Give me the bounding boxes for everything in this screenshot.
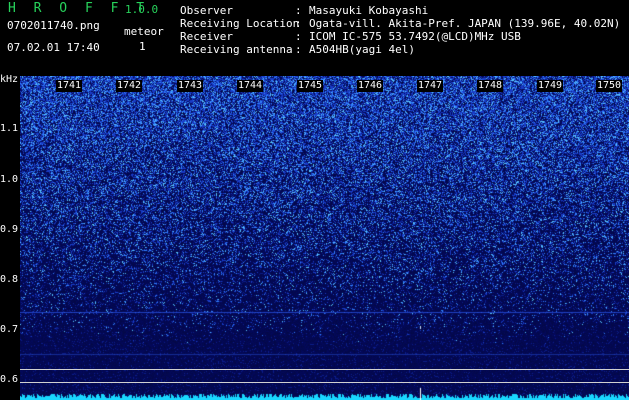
y-tick-label: 1.0 <box>0 174 19 185</box>
time-tick-label: 1745 <box>297 80 324 92</box>
meteor-label: meteor <box>124 25 164 38</box>
y-tick-label: 0.9 <box>0 224 19 235</box>
info-row-receiver: Receiver: ICOM IC-575 53.7492(@LCD)MHz US… <box>180 30 521 43</box>
time-tick-label: 1744 <box>237 80 264 92</box>
y-tick-label: 0.8 <box>0 274 19 285</box>
info-key: Receiving Location <box>180 17 300 30</box>
info-row-antenna: Receiving antenna: A504HB(yagi 4el) <box>180 43 415 56</box>
info-row-location: Receiving Location: Ogata-vill. Akita-Pre… <box>180 17 621 30</box>
info-key: Receiving antenna <box>180 43 293 56</box>
y-axis-unit: kHz <box>0 74 19 85</box>
time-tick-label: 1743 <box>177 80 204 92</box>
filename: 0702011740.png <box>7 19 100 32</box>
info-key: Receiver <box>180 30 233 43</box>
time-tick-label: 1748 <box>477 80 504 92</box>
time-tick-label: 1741 <box>56 80 83 92</box>
y-tick-label: 0.7 <box>0 324 19 335</box>
spectrogram-plot <box>20 76 629 400</box>
y-tick-label: 0.6 <box>0 374 19 385</box>
time-tick-label: 1750 <box>596 80 623 92</box>
info-value: ICOM IC-575 53.7492(@LCD)MHz USB <box>309 30 521 43</box>
header-panel: H R O F F T 1.0.0 0702011740.png meteor … <box>0 0 629 72</box>
info-row-observer: Observer: Masayuki Kobayashi <box>180 4 429 17</box>
app-version: 1.0.0 <box>125 3 159 16</box>
y-tick-label: 1.1 <box>0 123 19 134</box>
spectrogram-canvas <box>20 76 629 400</box>
time-tick-label: 1742 <box>116 80 143 92</box>
info-value: Ogata-vill. Akita-Pref. JAPAN (139.96E, … <box>309 17 621 30</box>
time-tick-label: 1749 <box>537 80 564 92</box>
meteor-count: 1 <box>139 40 146 53</box>
frequency-marker-line <box>20 382 629 383</box>
info-value: A504HB(yagi 4el) <box>309 43 415 56</box>
datetime: 07.02.01 17:40 <box>7 41 100 54</box>
info-value: Masayuki Kobayashi <box>309 4 429 17</box>
time-tick-label: 1746 <box>357 80 384 92</box>
info-key: Observer <box>180 4 233 17</box>
frequency-marker-line <box>20 369 629 370</box>
time-tick-label: 1747 <box>417 80 444 92</box>
